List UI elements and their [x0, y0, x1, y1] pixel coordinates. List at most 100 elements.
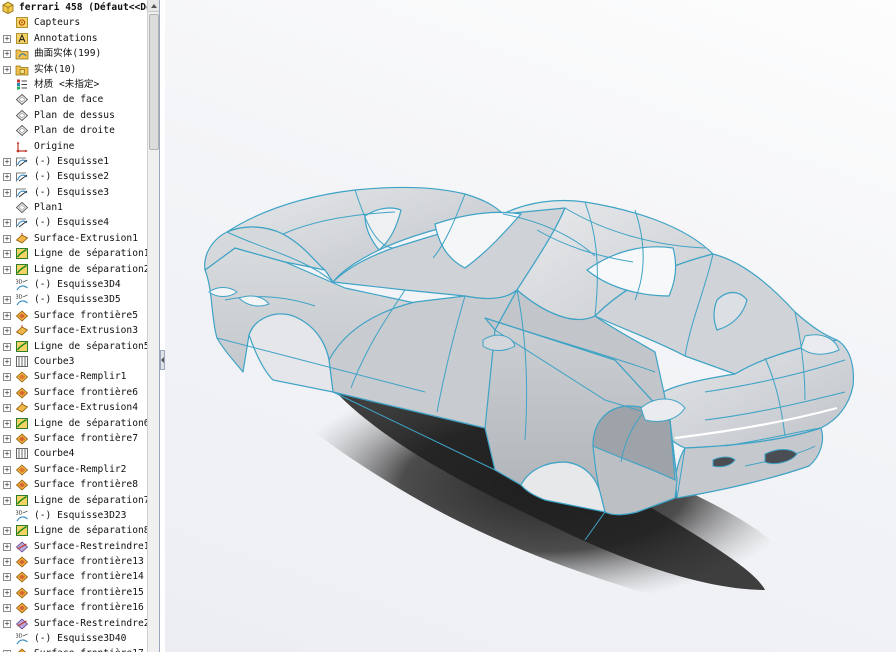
sketch3d-icon: 3D [15, 293, 29, 306]
expand-toggle-icon[interactable]: + [3, 311, 11, 320]
tree-item-label: Surface frontière17 [34, 646, 144, 652]
expand-toggle-icon[interactable]: + [3, 327, 11, 336]
tree-item[interactable]: + Ligne de séparation1 [0, 246, 150, 261]
tree-item[interactable]: + (-) Esquisse2 [0, 169, 147, 184]
tree-item-label: Surface-Remplir1 [34, 371, 127, 383]
tree-item[interactable]: + Surface-Restreindre2 [0, 616, 150, 631]
expand-toggle-icon[interactable]: + [3, 588, 11, 597]
tree-item-label: Ligne de séparation7 [34, 494, 150, 506]
tree-item[interactable]: + Ligne de séparation7 [0, 493, 150, 508]
tree-item-label: Ligne de séparation6 [34, 417, 150, 429]
scroll-up-arrow-icon[interactable] [148, 0, 159, 12]
boundary-surface-icon [15, 432, 29, 445]
tree-item[interactable]: + (-) Esquisse3 [0, 185, 147, 200]
expand-toggle-icon[interactable]: + [3, 173, 11, 182]
boundary-surface-icon [15, 601, 29, 614]
tree-item[interactable]: + Courbe3 [0, 354, 147, 369]
expand-toggle-icon[interactable]: + [3, 250, 11, 259]
tree-item[interactable]: + 曲面实体(199) [0, 46, 147, 61]
expand-toggle-icon[interactable]: + [3, 265, 11, 274]
sketch-icon [15, 170, 29, 183]
expand-toggle-icon[interactable]: + [3, 558, 11, 567]
expand-toggle-icon[interactable]: + [3, 219, 11, 228]
tree-item[interactable]: + Surface frontière6 [0, 385, 147, 400]
expand-toggle-icon[interactable]: + [3, 188, 11, 197]
tree-item[interactable]: 3D (-) Esquisse3D4 [0, 277, 147, 292]
tree-item[interactable]: + Surface-Remplir2 [0, 462, 147, 477]
tree-item[interactable]: + Annotations [0, 31, 147, 46]
expand-toggle-icon[interactable]: + [3, 465, 11, 474]
tree-item-label: Surface frontière5 [34, 309, 138, 321]
tree-item[interactable]: + Surface frontière13 [0, 554, 147, 569]
tree-item[interactable]: Plan de droite [0, 123, 147, 138]
tree-item[interactable]: + Ligne de séparation5 [0, 339, 150, 354]
expand-toggle-icon[interactable]: + [3, 404, 11, 413]
tree-item[interactable]: + Ligne de séparation6 [0, 416, 150, 431]
tree-vertical-scrollbar[interactable] [147, 0, 159, 652]
tree-item-label: Surface-Extrusion3 [34, 325, 138, 337]
expand-toggle-icon[interactable]: + [3, 65, 11, 74]
tree-item[interactable]: 3D (-) Esquisse3D23 [0, 508, 147, 523]
tree-item-label: Surface-Remplir2 [34, 463, 127, 475]
expand-toggle-icon[interactable]: + [3, 604, 11, 613]
expand-toggle-icon[interactable]: + [3, 481, 11, 490]
split-line-icon [15, 524, 29, 537]
tree-item[interactable]: Plan de dessus [0, 108, 147, 123]
tree-item[interactable]: + 实体(10) [0, 62, 147, 77]
tree-item[interactable]: + Surface frontière16 [0, 600, 147, 615]
tree-item[interactable]: + Surface-Remplir1 [0, 369, 147, 384]
boundary-surface-icon [15, 555, 29, 568]
tree-item[interactable]: + Surface-Extrusion1 [0, 231, 147, 246]
sketch-icon [15, 155, 29, 168]
tree-item[interactable]: Capteurs [0, 15, 147, 30]
tree-item[interactable]: + Surface frontière15 [0, 585, 147, 600]
tree-item[interactable]: Plan de face [0, 92, 147, 107]
scrollbar-thumb[interactable] [149, 14, 159, 150]
expand-toggle-icon[interactable]: + [3, 373, 11, 382]
expand-toggle-icon[interactable]: + [3, 496, 11, 505]
svg-text:3D: 3D [16, 295, 23, 301]
tree-item[interactable]: Plan1 [0, 200, 147, 215]
tree-item[interactable]: + Surface frontière7 [0, 431, 147, 446]
tree-item[interactable]: + Ligne de séparation8 [0, 523, 150, 538]
sketch-icon [15, 216, 29, 229]
expand-toggle-icon[interactable]: + [3, 419, 11, 428]
tree-item[interactable]: + Surface frontière14 [0, 569, 147, 584]
tree-item[interactable]: + (-) Esquisse1 [0, 154, 147, 169]
tree-item[interactable]: + Surface frontière5 [0, 308, 147, 323]
tree-item[interactable]: + Courbe4 [0, 446, 147, 461]
tree-item[interactable]: + Surface-Extrusion4 [0, 400, 147, 415]
graphics-viewport[interactable] [165, 0, 896, 652]
tree-item[interactable]: + Ligne de séparation2 [0, 262, 150, 277]
tree-item[interactable]: + (-) Esquisse4 [0, 215, 147, 230]
tree-item-label: 实体(10) [34, 63, 77, 75]
expand-toggle-icon[interactable]: + [3, 434, 11, 443]
tree-item[interactable]: Origine [0, 139, 147, 154]
expand-toggle-icon[interactable]: + [3, 34, 11, 43]
expand-toggle-icon[interactable]: + [3, 50, 11, 59]
tree-item[interactable]: + Surface-Restreindre1 [0, 539, 150, 554]
tree-item[interactable]: 材质 <未指定> [0, 77, 147, 92]
expand-toggle-icon[interactable]: + [3, 388, 11, 397]
tree-item[interactable]: 3D (-) Esquisse3D40 [0, 631, 147, 646]
boundary-surface-icon [15, 386, 29, 399]
expand-toggle-icon[interactable]: + [3, 157, 11, 166]
expand-toggle-icon[interactable]: + [3, 234, 11, 243]
expand-toggle-icon[interactable]: + [3, 573, 11, 582]
expand-toggle-icon[interactable]: + [3, 342, 11, 351]
tree-item-label: Ligne de séparation1 [34, 248, 150, 260]
tree-item[interactable]: + Surface frontière8 [0, 477, 147, 492]
fill-surface-icon [15, 463, 29, 476]
tree-item[interactable]: +Surface frontière17 [0, 646, 147, 652]
expand-toggle-icon[interactable]: + [3, 619, 11, 628]
expand-toggle-icon[interactable]: + [3, 296, 11, 305]
expand-toggle-icon[interactable]: + [3, 527, 11, 536]
tree-item[interactable]: +3D (-) Esquisse3D5 [0, 292, 147, 307]
tree-item[interactable]: + Surface-Extrusion3 [0, 323, 147, 338]
expand-toggle-icon[interactable]: + [3, 357, 11, 366]
expand-toggle-icon[interactable]: + [3, 542, 11, 551]
expand-toggle-icon[interactable]: + [3, 450, 11, 459]
tree-root-part[interactable]: ferrari 458 (Défaut<<Déf [0, 0, 158, 15]
sketch3d-icon: 3D [15, 632, 29, 645]
tree-item-label: (-) Esquisse2 [34, 171, 110, 183]
